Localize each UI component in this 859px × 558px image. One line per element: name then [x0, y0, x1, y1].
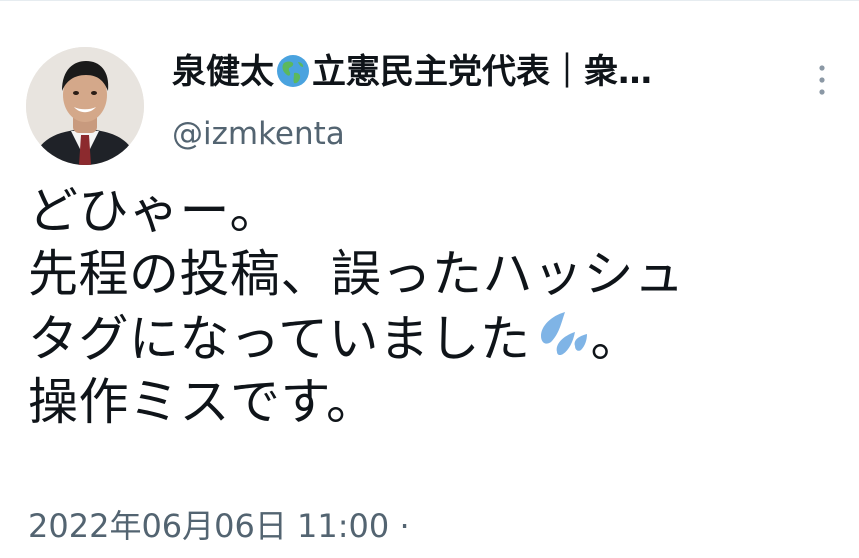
- tweet-header: 泉健太 立憲民主党代表｜衆… @izmkenta: [0, 0, 859, 170]
- meta-separator: ·: [399, 507, 410, 545]
- tweet-line-3-end: 。: [590, 310, 641, 368]
- globe-americas-icon: [277, 55, 309, 87]
- tweet-line-2: 先程の投稿、誤ったハッシュ: [28, 245, 685, 303]
- display-name-part1: 泉健太: [172, 52, 274, 92]
- tweet-line-1: どひゃー。: [28, 182, 280, 240]
- tweet-line-4: 操作ミスです。: [28, 373, 377, 431]
- tweet-line-3-text: タグになっていました: [28, 310, 531, 368]
- sweat-droplets-icon: [540, 312, 587, 356]
- author-handle[interactable]: @izmkenta: [172, 112, 345, 156]
- author-name-row[interactable]: 泉健太 立憲民主党代表｜衆…: [172, 48, 792, 96]
- tweet-timestamp[interactable]: 2022年06月06日 11:00: [28, 507, 389, 545]
- profile-photo: [26, 47, 144, 165]
- tweet-text: どひゃー。 先程の投稿、誤ったハッシュ タグになっていました 。 操作ミスです。: [28, 180, 848, 434]
- display-name-part2: 立憲民主党代表｜衆…: [312, 52, 652, 92]
- author-display-name[interactable]: 泉健太 立憲民主党代表｜衆…: [172, 48, 652, 96]
- avatar[interactable]: [26, 47, 144, 165]
- more-vertical-icon[interactable]: [810, 60, 834, 100]
- tweet-meta: 2022年06月06日 11:00 ·: [28, 505, 410, 547]
- tweet-line-3: タグになっていました 。: [28, 306, 848, 371]
